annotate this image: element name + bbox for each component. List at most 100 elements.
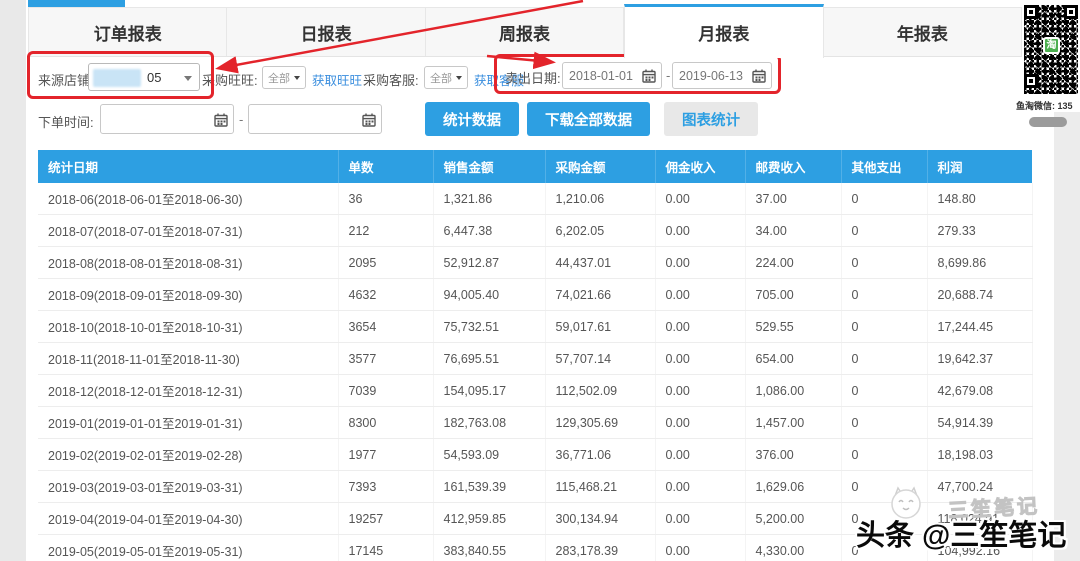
sell-date-from-field[interactable] xyxy=(562,62,662,89)
tab-monthly-report[interactable]: 月报表 xyxy=(624,4,823,58)
chevron-down-icon xyxy=(184,76,192,81)
table-row[interactable]: 2019-02(2019-02-01至2019-02-28)197754,593… xyxy=(38,439,1032,471)
source-shop-select[interactable]: 05 xyxy=(88,63,200,91)
table-cell: 0.00 xyxy=(655,279,745,311)
table-cell: 1,086.00 xyxy=(745,375,841,407)
qr-finder-icon xyxy=(1064,5,1078,19)
table-cell: 20,688.74 xyxy=(927,279,1032,311)
table-row[interactable]: 2019-01(2019-01-01至2019-01-31)8300182,76… xyxy=(38,407,1032,439)
order-time-from-field[interactable] xyxy=(100,104,234,134)
download-all-data-button[interactable]: 下载全部数据 xyxy=(527,102,650,136)
table-cell: 8300 xyxy=(338,407,433,439)
calendar-icon[interactable] xyxy=(362,113,376,127)
order-time-from-input[interactable] xyxy=(107,105,211,133)
column-header: 单数 xyxy=(338,150,433,183)
table-cell: 54,593.09 xyxy=(433,439,545,471)
tab-weekly-report[interactable]: 周报表 xyxy=(426,7,624,56)
table-cell: 1,321.86 xyxy=(433,183,545,215)
report-tabbar: 订单报表 日报表 周报表 月报表 年报表 xyxy=(28,7,1022,57)
table-row[interactable]: 2019-03(2019-03-01至2019-03-31)7393161,53… xyxy=(38,471,1032,503)
column-header: 统计日期 xyxy=(38,150,338,183)
table-cell: 34.00 xyxy=(745,215,841,247)
tab-order-report[interactable]: 订单报表 xyxy=(28,7,227,56)
table-cell: 2019-05(2019-05-01至2019-05-31) xyxy=(38,535,338,561)
table-cell: 376.00 xyxy=(745,439,841,471)
qr-center-logo: 淘 xyxy=(1043,37,1060,54)
table-row[interactable]: 2018-11(2018-11-01至2018-11-30)357776,695… xyxy=(38,343,1032,375)
table-cell: 412,959.85 xyxy=(433,503,545,535)
shop-name-redacted xyxy=(93,69,141,87)
sell-date-to-field[interactable] xyxy=(672,62,772,89)
left-gutter xyxy=(0,0,26,561)
stats-data-button[interactable]: 统计数据 xyxy=(425,102,519,136)
table-cell: 0 xyxy=(841,183,927,215)
table-cell: 2018-07(2018-07-01至2018-07-31) xyxy=(38,215,338,247)
table-cell: 17145 xyxy=(338,535,433,561)
table-cell: 0 xyxy=(841,375,927,407)
purchase-service-value: 全部 xyxy=(430,70,452,86)
table-row[interactable]: 2018-09(2018-09-01至2018-09-30)463294,005… xyxy=(38,279,1032,311)
order-time-to-field[interactable] xyxy=(248,104,382,134)
purchase-wangwang-select[interactable]: 全部 xyxy=(262,66,306,89)
table-cell: 2019-04(2019-04-01至2019-04-30) xyxy=(38,503,338,535)
table-cell: 1,629.06 xyxy=(745,471,841,503)
table-cell: 2019-01(2019-01-01至2019-01-31) xyxy=(38,407,338,439)
tab-daily-report[interactable]: 日报表 xyxy=(227,7,425,56)
table-cell: 0 xyxy=(841,247,927,279)
table-cell: 7039 xyxy=(338,375,433,407)
chart-stats-button[interactable]: 图表统计 xyxy=(664,102,758,136)
table-cell: 54,914.39 xyxy=(927,407,1032,439)
table-cell: 42,679.08 xyxy=(927,375,1032,407)
purchase-wangwang-value: 全部 xyxy=(268,70,290,86)
horizontal-scrollbar-thumb[interactable] xyxy=(1029,117,1067,127)
qr-caption: 鱼淘微信: 135 xyxy=(1016,99,1080,112)
sell-date-to-input[interactable] xyxy=(679,63,751,88)
table-row[interactable]: 2018-08(2018-08-01至2018-08-31)209552,912… xyxy=(38,247,1032,279)
table-cell: 2018-08(2018-08-01至2018-08-31) xyxy=(38,247,338,279)
table-row[interactable]: 2018-06(2018-06-01至2018-06-30)361,321.86… xyxy=(38,183,1032,215)
table-row[interactable]: 2018-12(2018-12-01至2018-12-31)7039154,09… xyxy=(38,375,1032,407)
table-cell: 0.00 xyxy=(655,471,745,503)
table-row[interactable]: 2018-07(2018-07-01至2018-07-31)2126,447.3… xyxy=(38,215,1032,247)
table-cell: 7393 xyxy=(338,471,433,503)
sell-date-from-input[interactable] xyxy=(569,63,641,88)
table-cell: 0.00 xyxy=(655,215,745,247)
tab-yearly-report[interactable]: 年报表 xyxy=(824,7,1022,56)
table-cell: 0.00 xyxy=(655,247,745,279)
column-header: 销售金额 xyxy=(433,150,545,183)
table-cell: 4,330.00 xyxy=(745,535,841,561)
table-cell: 182,763.08 xyxy=(433,407,545,439)
chevron-down-icon xyxy=(456,76,462,80)
table-cell: 115,468.21 xyxy=(545,471,655,503)
calendar-icon[interactable] xyxy=(752,69,766,83)
table-cell: 94,005.40 xyxy=(433,279,545,311)
table-cell: 2018-09(2018-09-01至2018-09-30) xyxy=(38,279,338,311)
source-shop-value: 05 xyxy=(147,70,161,85)
table-cell: 74,021.66 xyxy=(545,279,655,311)
table-cell: 1977 xyxy=(338,439,433,471)
table-cell: 59,017.61 xyxy=(545,311,655,343)
table-cell: 0.00 xyxy=(655,407,745,439)
table-cell: 0 xyxy=(841,215,927,247)
purchase-service-select[interactable]: 全部 xyxy=(424,66,468,89)
order-time-to-input[interactable] xyxy=(255,105,359,133)
watermark-byline: 头条 @三笙笔记 xyxy=(856,512,1066,554)
table-cell: 57,707.14 xyxy=(545,343,655,375)
column-header: 利润 xyxy=(927,150,1032,183)
table-cell: 705.00 xyxy=(745,279,841,311)
table-cell: 148.80 xyxy=(927,183,1032,215)
table-row[interactable]: 2018-10(2018-10-01至2018-10-31)365475,732… xyxy=(38,311,1032,343)
table-cell: 3577 xyxy=(338,343,433,375)
calendar-icon[interactable] xyxy=(642,69,656,83)
table-cell: 76,695.51 xyxy=(433,343,545,375)
table-cell: 18,198.03 xyxy=(927,439,1032,471)
monthly-report-table: 统计日期单数销售金额采购金额佣金收入邮费收入其他支出利润 2018-06(201… xyxy=(38,150,1033,561)
table-cell: 0 xyxy=(841,439,927,471)
get-wangwang-link[interactable]: 获取旺旺 xyxy=(312,70,362,89)
column-header: 邮费收入 xyxy=(745,150,841,183)
table-cell: 0.00 xyxy=(655,503,745,535)
table-cell: 0.00 xyxy=(655,535,745,561)
qr-finder-icon xyxy=(1024,74,1038,88)
table-cell: 5,200.00 xyxy=(745,503,841,535)
calendar-icon[interactable] xyxy=(214,113,228,127)
